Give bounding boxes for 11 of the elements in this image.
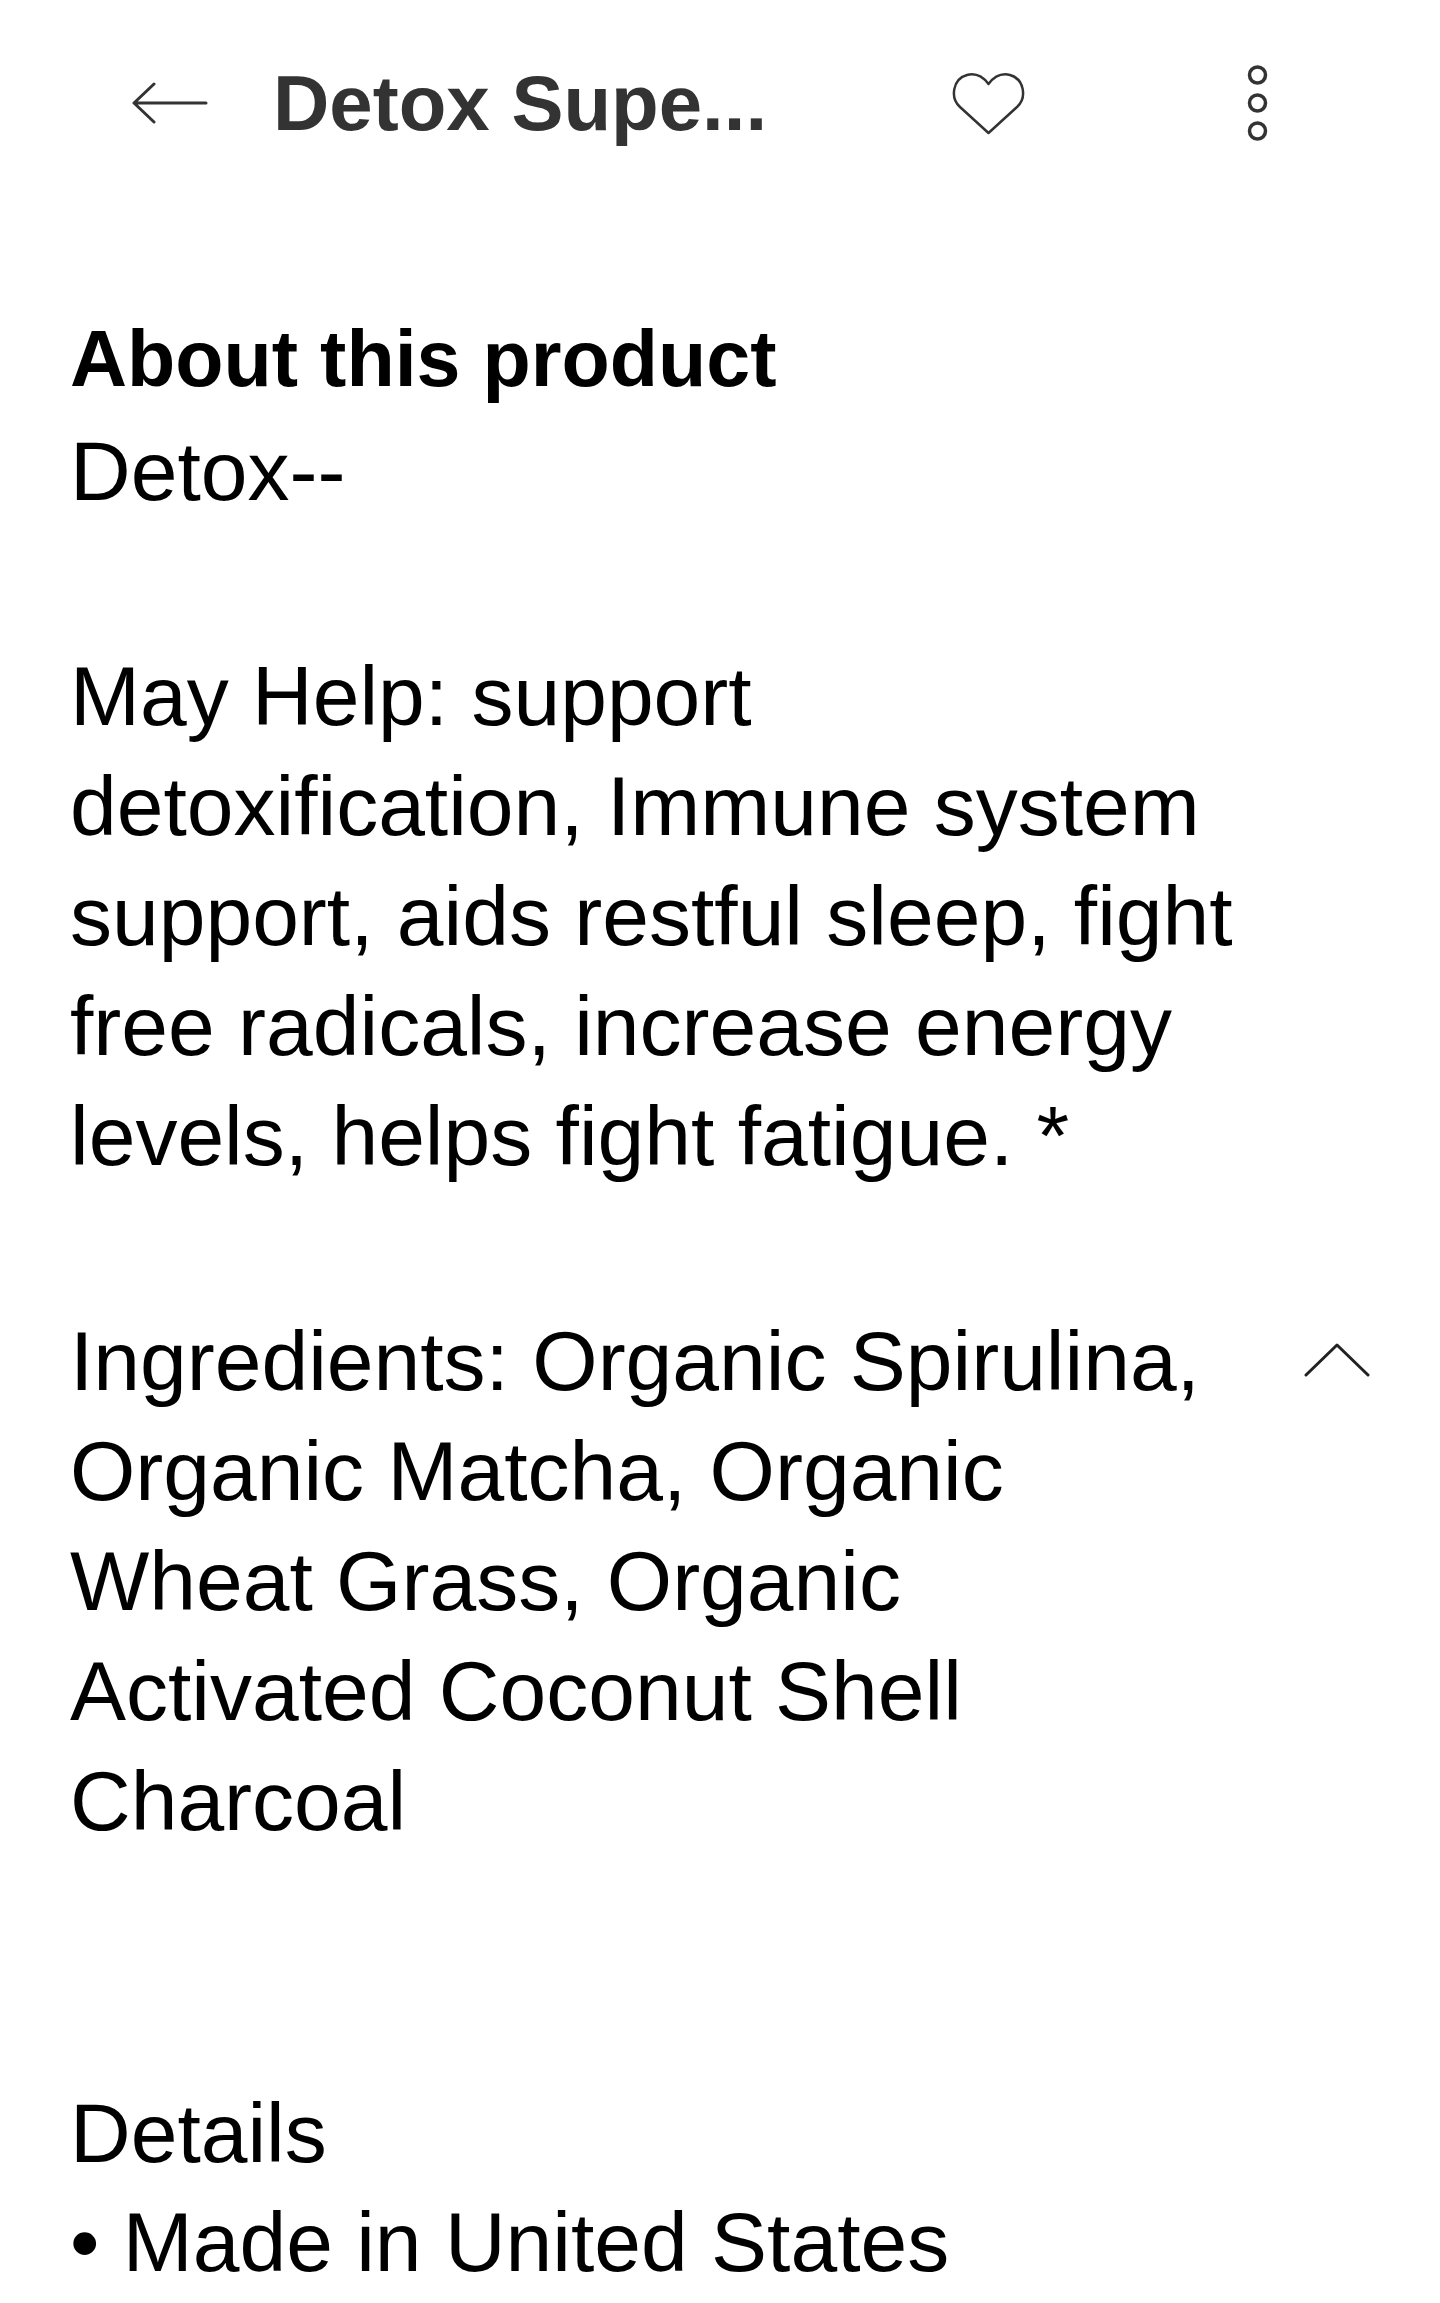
details-heading: Details bbox=[70, 2085, 327, 2182]
description-text: May Help: support detoxification, Immune system support, aids restful sleep, fight free radicals, increase energy levels, helps fight fatigue. * bbox=[70, 648, 1234, 1185]
detail-item: • Made in United States bbox=[70, 2194, 950, 2291]
back-icon[interactable] bbox=[132, 82, 208, 124]
ingredients-text: Ingredients: Organic Spirulina, Organic Matcha, Organic Wheat Grass, Organic Activated Coconut Shell Charcoal bbox=[70, 1313, 1201, 1850]
heart-icon[interactable] bbox=[951, 71, 1026, 135]
page-title: Detox Supe... bbox=[273, 58, 768, 149]
more-menu-icon[interactable] bbox=[1246, 65, 1269, 141]
description-text: Detox-- bbox=[70, 423, 347, 520]
section-heading: About this product bbox=[70, 313, 777, 405]
chevron-up-icon[interactable] bbox=[1304, 1343, 1371, 1377]
